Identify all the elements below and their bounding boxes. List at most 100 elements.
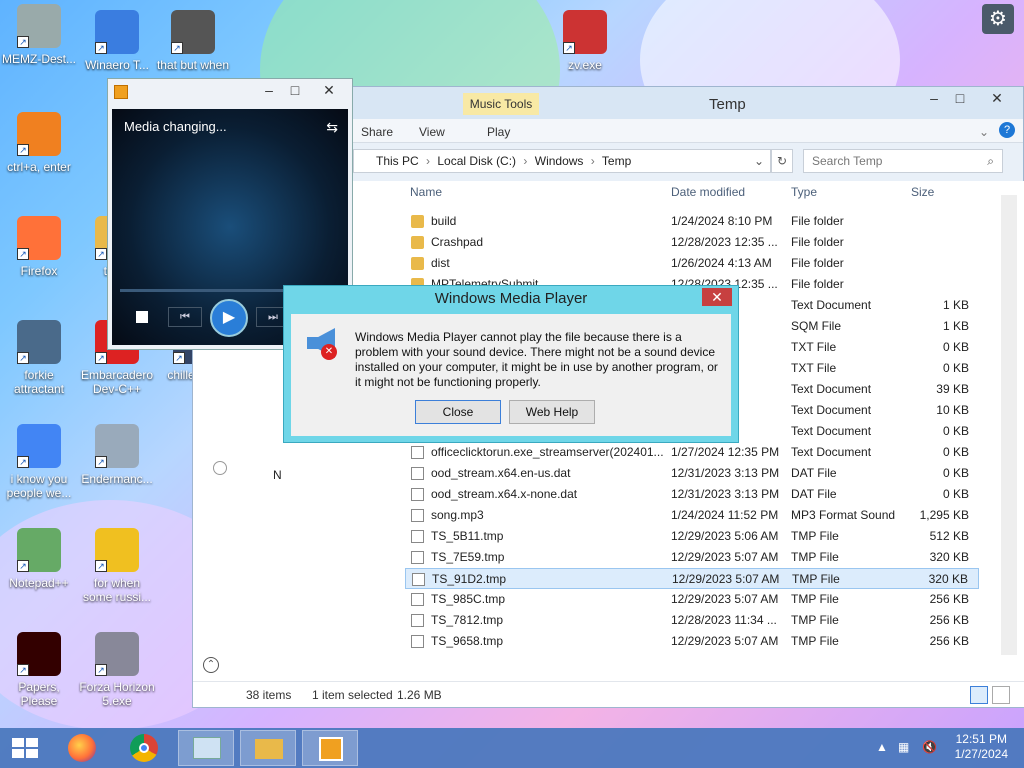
error-dialog: Windows Media Player ✕ ✕ Windows Media P… [283, 285, 739, 443]
file-date: 12/29/2023 5:07 AM [671, 634, 779, 648]
media-player-titlebar: – □ ✕ [108, 79, 352, 105]
file-row[interactable]: TS_7812.tmp 12/28/2023 11:34 ... TMP File 2… [405, 610, 979, 631]
large-icons-view-icon[interactable] [992, 686, 1010, 704]
file-size: 1,295 KB [919, 508, 969, 522]
tab-view[interactable]: View [419, 125, 445, 139]
circle-chevron-icon[interactable]: ⌃ [203, 657, 219, 673]
taskbar-firefox[interactable] [54, 730, 110, 766]
taskbar-task-manager[interactable] [178, 730, 234, 766]
file-date: 12/29/2023 5:07 AM [671, 550, 779, 564]
file-row[interactable]: TS_5B11.tmp 12/29/2023 5:06 AM TMP File 512… [405, 526, 979, 547]
chevron-up-icon[interactable]: ▲ [876, 740, 888, 754]
chevron-down-icon[interactable]: ⌄ [979, 125, 989, 139]
desktop-icon[interactable]: ↗ zv.exe [546, 10, 624, 72]
gear-icon[interactable]: ⚙ [982, 4, 1014, 34]
status-item-count: 38 items [246, 688, 292, 702]
file-row[interactable]: dist 1/26/2024 4:13 AM File folder [405, 253, 979, 274]
breadcrumb-windows[interactable]: Windows [535, 154, 584, 168]
scrollbar[interactable] [1001, 195, 1017, 655]
file-row[interactable]: build 1/24/2024 8:10 PM File folder [405, 211, 979, 232]
play-icon[interactable]: ▶ [210, 299, 248, 337]
desktop-icon[interactable]: ↗ i know you people we... [0, 424, 78, 500]
close-button[interactable]: ✕ [312, 79, 346, 101]
file-date: 1/24/2024 8:10 PM [671, 214, 773, 228]
nav-pane-network[interactable]: N [273, 468, 282, 482]
clock-date: 1/27/2024 [954, 747, 1008, 761]
tab-share[interactable]: Share [361, 125, 393, 139]
file-name: TS_9658.tmp [431, 634, 504, 648]
search-input[interactable]: Search Temp ⌕ [803, 149, 1003, 173]
file-row[interactable]: Crashpad 12/28/2023 12:35 ... File folder [405, 232, 979, 253]
file-date: 12/28/2023 11:34 ... [671, 613, 777, 627]
desktop-icon[interactable]: ↗that but when ... [154, 10, 232, 86]
switch-to-library-icon[interactable]: ⇆ [326, 119, 338, 136]
firefox-icon: ↗ [17, 216, 61, 260]
file-row[interactable]: TS_91D2.tmp 12/29/2023 5:07 AM TMP File 320… [405, 568, 979, 589]
web-help-button[interactable]: Web Help [509, 400, 595, 424]
column-header-type[interactable]: Type [791, 185, 817, 199]
desktop-icon[interactable]: ↗ Winaero T... [78, 10, 156, 72]
file-row[interactable]: ood_stream.x64.x-none.dat 12/31/2023 3:13… [405, 484, 979, 505]
close-button[interactable]: Close [415, 400, 501, 424]
breadcrumb-local-disk[interactable]: Local Disk (C:) [437, 154, 516, 168]
papers-please-icon: ↗ [17, 632, 61, 676]
column-header-date[interactable]: Date modified [671, 185, 745, 199]
desktop-icon[interactable]: ↗ Forza Horizon 5.exe [78, 632, 156, 708]
desktop-icon[interactable]: ↗ Firefox [0, 216, 78, 278]
previous-icon[interactable]: ⏮ [168, 307, 202, 327]
file-date: 12/31/2023 3:13 PM [671, 487, 780, 501]
taskbar-media-player[interactable] [302, 730, 358, 766]
shortcut-arrow-icon: ↗ [95, 560, 107, 572]
desktop-icon-label: MEMZ-Dest... [2, 52, 76, 66]
column-header-name[interactable]: Name [410, 185, 442, 199]
file-row[interactable]: TS_7E59.tmp 12/29/2023 5:07 AM TMP File 320… [405, 547, 979, 568]
file-row[interactable]: song.mp3 1/24/2024 11:52 PM MP3 Format Sou… [405, 505, 979, 526]
search-icon[interactable]: ⌕ [987, 150, 994, 172]
forza-horizon-icon: ↗ [95, 632, 139, 676]
desktop-icon[interactable]: ↗ Papers, Please [0, 632, 78, 708]
maximize-button[interactable]: □ [280, 79, 310, 101]
taskbar-chrome[interactable] [116, 730, 172, 766]
breadcrumb-temp[interactable]: Temp [602, 154, 631, 168]
file-type: Text Document [791, 445, 872, 459]
clock[interactable]: 12:51 PM 1/27/2024 [955, 732, 1008, 762]
help-icon[interactable]: ? [999, 122, 1015, 138]
notepadpp-icon: ↗ [17, 528, 61, 572]
file-size: 1 KB [942, 298, 969, 312]
desktop-icon[interactable]: ↗ ctrl+a, enter [0, 112, 78, 174]
file-row[interactable]: TS_9658.tmp 12/29/2023 5:07 AM TMP File 256… [405, 631, 979, 652]
clock-time: 12:51 PM [955, 732, 1007, 746]
file-row[interactable]: officeclicktorun.exe_streamserver(202401… [405, 442, 979, 463]
file-row[interactable]: ood_stream.x64.en-us.dat 12/31/2023 3:13 … [405, 463, 979, 484]
address-bar[interactable]: This PC › Local Disk (C:) › Windows › Te… [353, 149, 771, 173]
close-button[interactable]: ✕ [981, 87, 1013, 109]
stop-icon[interactable] [136, 311, 148, 323]
details-view-icon[interactable] [970, 686, 988, 704]
start-button[interactable] [12, 738, 38, 758]
file-name: TS_91D2.tmp [432, 572, 507, 586]
chevron-down-icon[interactable]: ⌄ [754, 150, 764, 172]
file-icon [411, 614, 424, 627]
desktop-icon[interactable]: ↗ MEMZ-Dest... [0, 4, 78, 66]
breadcrumb-this-pc[interactable]: This PC [376, 154, 419, 168]
maximize-button[interactable]: □ [945, 87, 975, 109]
desktop-icon[interactable]: ↗ Notepad++ [0, 528, 78, 590]
file-type: TMP File [791, 550, 839, 564]
tab-play[interactable]: Play [487, 125, 510, 139]
desktop-icon[interactable]: ↗ for when some russi... [78, 528, 156, 604]
file-row[interactable]: TS_985C.tmp 12/29/2023 5:07 AM TMP File 256… [405, 589, 979, 610]
refresh-icon[interactable]: ↻ [771, 149, 793, 173]
file-size: 0 KB [942, 361, 969, 375]
file-size: 39 KB [936, 382, 969, 396]
file-icon [412, 573, 425, 586]
volume-muted-icon[interactable]: 🔇 [922, 740, 937, 754]
desktop-icon[interactable]: ↗ forkie attractant [0, 320, 78, 396]
desktop-icon[interactable]: ↗ Endermanc... [78, 424, 156, 486]
shortcut-arrow-icon: ↗ [95, 248, 107, 260]
column-header-size[interactable]: Size [911, 185, 934, 199]
network-icon[interactable]: ▦ [898, 740, 909, 754]
file-type: TMP File [791, 529, 839, 543]
dialog-close-icon[interactable]: ✕ [702, 288, 732, 306]
desktop-icon-label: Firefox [20, 264, 58, 278]
taskbar-file-explorer[interactable] [240, 730, 296, 766]
